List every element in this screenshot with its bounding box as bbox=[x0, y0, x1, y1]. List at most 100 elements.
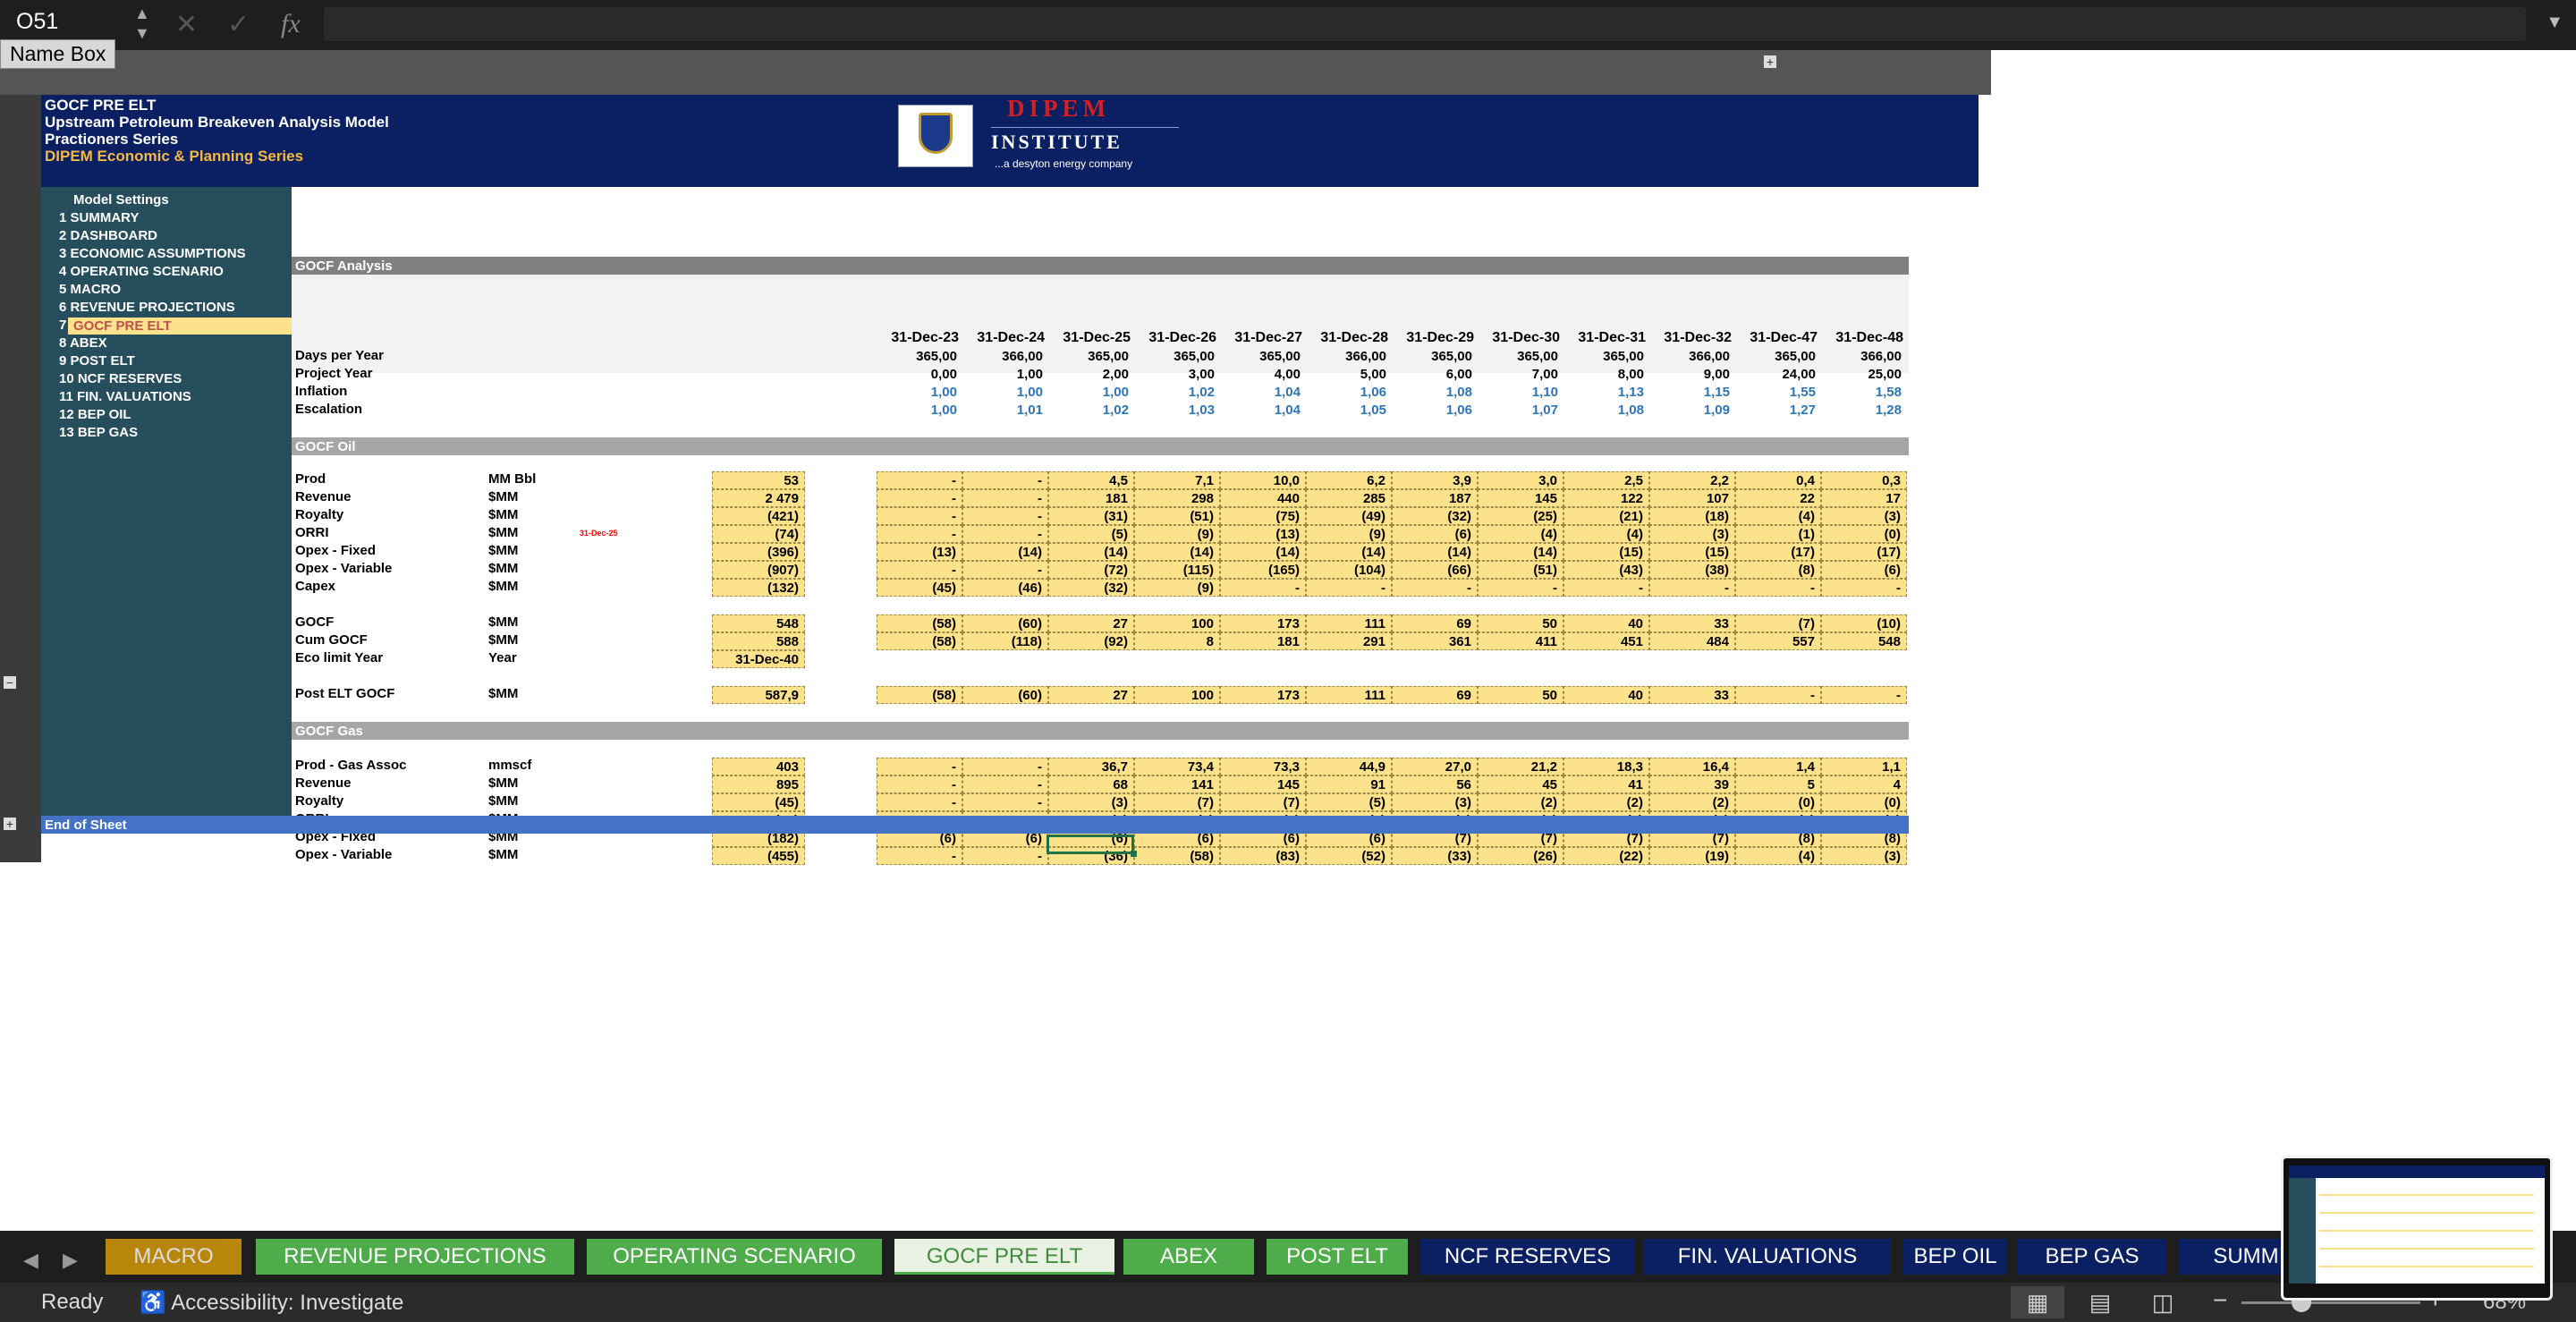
value-cell[interactable]: (51) bbox=[1134, 507, 1220, 525]
value-cell[interactable]: - bbox=[1735, 686, 1821, 704]
tab-abex[interactable]: ABEX bbox=[1123, 1239, 1254, 1275]
value-cell[interactable]: (22) bbox=[1563, 847, 1649, 865]
value-cell[interactable]: (43) bbox=[1563, 561, 1649, 579]
value-cell[interactable]: 1,03 bbox=[1134, 402, 1220, 419]
value-cell[interactable]: (15) bbox=[1563, 543, 1649, 561]
value-cell[interactable]: - bbox=[1563, 579, 1649, 597]
confirm-icon[interactable]: ✓ bbox=[227, 9, 250, 40]
value-cell[interactable]: (4) bbox=[1735, 507, 1821, 525]
tab-scroll-left-icon[interactable]: ◀ bbox=[23, 1249, 38, 1272]
value-cell[interactable]: 6,2 bbox=[1306, 471, 1392, 489]
zoom-out-icon[interactable]: − bbox=[2213, 1286, 2227, 1315]
value-cell[interactable]: 111 bbox=[1306, 686, 1392, 704]
value-cell[interactable]: (17) bbox=[1735, 543, 1821, 561]
value-cell[interactable]: - bbox=[962, 489, 1048, 507]
value-cell[interactable]: 122 bbox=[1563, 489, 1649, 507]
value-cell[interactable]: 366,00 bbox=[1306, 348, 1392, 366]
value-cell[interactable]: 365,00 bbox=[1735, 348, 1821, 366]
value-cell[interactable]: 6,00 bbox=[1392, 366, 1478, 384]
value-cell[interactable]: (4) bbox=[1563, 525, 1649, 543]
tab-bep-gas[interactable]: BEP GAS bbox=[2018, 1239, 2166, 1275]
value-cell[interactable]: - bbox=[877, 758, 962, 775]
total-cell[interactable]: (421) bbox=[712, 507, 805, 525]
value-cell[interactable]: 44,9 bbox=[1306, 758, 1392, 775]
value-cell[interactable]: (0) bbox=[1821, 525, 1907, 543]
value-cell[interactable]: 1,55 bbox=[1735, 384, 1821, 402]
value-cell[interactable]: - bbox=[877, 489, 962, 507]
value-cell[interactable]: - bbox=[962, 471, 1048, 489]
value-cell[interactable]: 1,08 bbox=[1563, 402, 1649, 419]
value-cell[interactable]: 36,7 bbox=[1048, 758, 1134, 775]
value-cell[interactable]: - bbox=[962, 561, 1048, 579]
value-cell[interactable]: - bbox=[1821, 686, 1907, 704]
total-cell[interactable]: (45) bbox=[712, 793, 805, 811]
value-cell[interactable]: (3) bbox=[1821, 847, 1907, 865]
value-cell[interactable]: 365,00 bbox=[877, 348, 962, 366]
value-cell[interactable]: (3) bbox=[1649, 525, 1735, 543]
nav-item[interactable]: 9 POST ELT bbox=[59, 353, 135, 369]
value-cell[interactable]: 1,04 bbox=[1220, 402, 1306, 419]
value-cell[interactable]: 2,00 bbox=[1048, 366, 1134, 384]
value-cell[interactable]: 69 bbox=[1392, 614, 1478, 632]
nav-active-highlight[interactable]: GOCF PRE ELT bbox=[68, 318, 292, 335]
name-box[interactable]: O51 bbox=[16, 9, 58, 35]
value-cell[interactable]: 365,00 bbox=[1478, 348, 1563, 366]
value-cell[interactable]: (3) bbox=[1821, 507, 1907, 525]
value-cell[interactable]: 1,01 bbox=[962, 402, 1048, 419]
value-cell[interactable]: (9) bbox=[1134, 579, 1220, 597]
value-cell[interactable]: 366,00 bbox=[1821, 348, 1907, 366]
value-cell[interactable]: 365,00 bbox=[1134, 348, 1220, 366]
value-cell[interactable]: (72) bbox=[1048, 561, 1134, 579]
value-cell[interactable]: - bbox=[1392, 579, 1478, 597]
collapse-group-icon[interactable]: − bbox=[4, 676, 16, 689]
value-cell[interactable]: 1,27 bbox=[1735, 402, 1821, 419]
value-cell[interactable]: (45) bbox=[877, 579, 962, 597]
value-cell[interactable]: 1,28 bbox=[1821, 402, 1907, 419]
value-cell[interactable]: (58) bbox=[877, 686, 962, 704]
value-cell[interactable]: 100 bbox=[1134, 686, 1220, 704]
nav-item[interactable]: 7 bbox=[59, 318, 66, 333]
value-cell[interactable]: 8,00 bbox=[1563, 366, 1649, 384]
value-cell[interactable]: 3,00 bbox=[1134, 366, 1220, 384]
tab-gocf-pre-elt[interactable]: GOCF PRE ELT bbox=[894, 1239, 1114, 1275]
value-cell[interactable]: 111 bbox=[1306, 614, 1392, 632]
value-cell[interactable]: 7,00 bbox=[1478, 366, 1563, 384]
value-cell[interactable]: 4 bbox=[1821, 775, 1907, 793]
value-cell[interactable]: (2) bbox=[1649, 793, 1735, 811]
value-cell[interactable]: - bbox=[877, 525, 962, 543]
total-cell[interactable]: 403 bbox=[712, 758, 805, 775]
value-cell[interactable]: 548 bbox=[1821, 632, 1907, 650]
nav-item[interactable]: 8 ABEX bbox=[59, 335, 107, 351]
value-cell[interactable]: 40 bbox=[1563, 686, 1649, 704]
total-cell[interactable]: (396) bbox=[712, 543, 805, 561]
value-cell[interactable]: 100 bbox=[1134, 614, 1220, 632]
value-cell[interactable]: (104) bbox=[1306, 561, 1392, 579]
value-cell[interactable]: (26) bbox=[1478, 847, 1563, 865]
value-cell[interactable]: 0,4 bbox=[1735, 471, 1821, 489]
value-cell[interactable]: (92) bbox=[1048, 632, 1134, 650]
expand-group-icon[interactable]: + bbox=[4, 818, 16, 830]
value-cell[interactable]: (7) bbox=[1134, 793, 1220, 811]
nav-item[interactable]: 4 OPERATING SCENARIO bbox=[59, 264, 224, 279]
value-cell[interactable]: 1,4 bbox=[1735, 758, 1821, 775]
nav-item[interactable]: 11 FIN. VALUATIONS bbox=[59, 389, 191, 404]
value-cell[interactable]: (14) bbox=[1478, 543, 1563, 561]
value-cell[interactable]: 1,02 bbox=[1134, 384, 1220, 402]
total-cell[interactable]: (907) bbox=[712, 561, 805, 579]
value-cell[interactable]: 1,15 bbox=[1649, 384, 1735, 402]
value-cell[interactable]: - bbox=[1821, 579, 1907, 597]
value-cell[interactable]: (21) bbox=[1563, 507, 1649, 525]
value-cell[interactable]: 1,00 bbox=[877, 402, 962, 419]
sheet-thumbnail[interactable] bbox=[2281, 1156, 2553, 1301]
total-cell[interactable]: (132) bbox=[712, 579, 805, 597]
name-box-stepper-icon[interactable]: ▲ ▼ bbox=[134, 4, 150, 43]
value-cell[interactable]: 1,58 bbox=[1821, 384, 1907, 402]
value-cell[interactable]: 41 bbox=[1563, 775, 1649, 793]
value-cell[interactable]: - bbox=[962, 847, 1048, 865]
value-cell[interactable]: (51) bbox=[1478, 561, 1563, 579]
value-cell[interactable]: 45 bbox=[1478, 775, 1563, 793]
value-cell[interactable]: 365,00 bbox=[1563, 348, 1649, 366]
value-cell[interactable]: 145 bbox=[1478, 489, 1563, 507]
tab-macro[interactable]: MACRO bbox=[106, 1239, 242, 1275]
value-cell[interactable]: 1,06 bbox=[1392, 402, 1478, 419]
